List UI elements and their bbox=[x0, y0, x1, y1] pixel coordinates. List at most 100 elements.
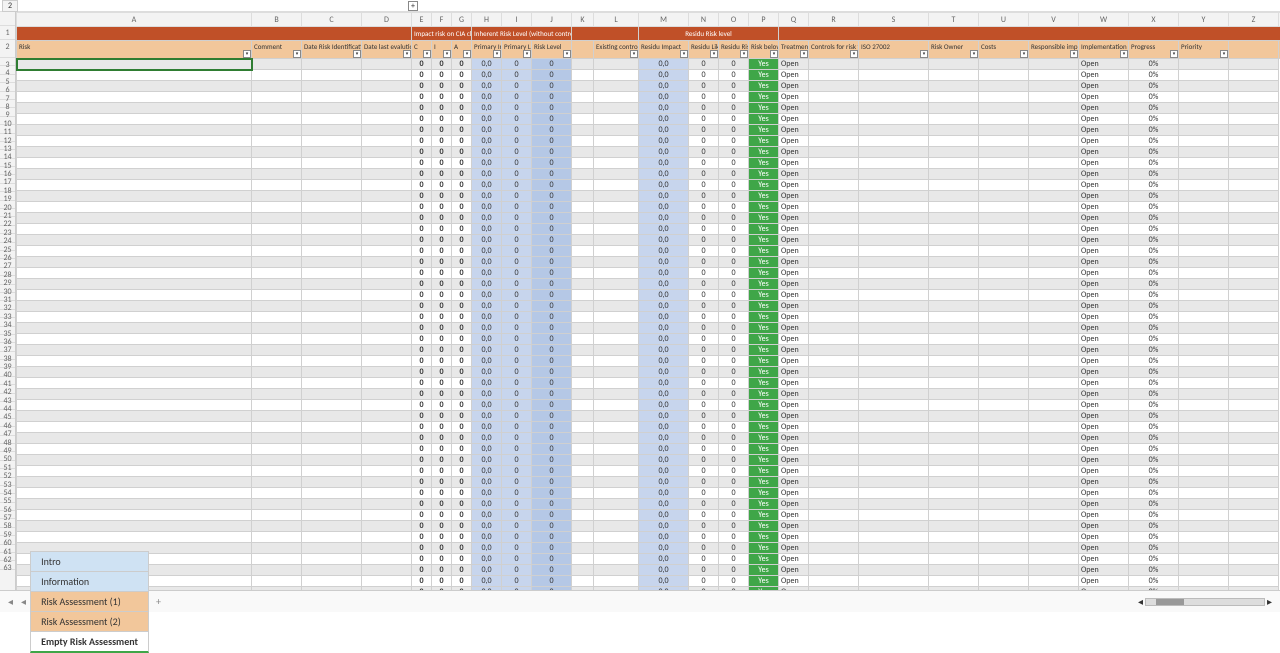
cell[interactable] bbox=[572, 389, 594, 400]
cell[interactable]: 0,0 bbox=[472, 257, 502, 268]
cell[interactable]: 0 bbox=[502, 246, 532, 257]
cell[interactable] bbox=[929, 444, 979, 455]
cell[interactable] bbox=[809, 356, 859, 367]
row-header[interactable]: 37 bbox=[0, 343, 15, 351]
cell[interactable]: 0,0 bbox=[639, 103, 689, 114]
cell[interactable] bbox=[979, 224, 1029, 235]
cell[interactable] bbox=[809, 499, 859, 510]
cell[interactable] bbox=[809, 532, 859, 543]
cell[interactable] bbox=[594, 345, 639, 356]
cell[interactable]: 0 bbox=[719, 81, 749, 92]
cell[interactable] bbox=[859, 81, 929, 92]
filter-dropdown-icon[interactable]: ▾ bbox=[523, 50, 531, 58]
cell[interactable] bbox=[1029, 345, 1079, 356]
cell[interactable] bbox=[979, 235, 1029, 246]
cell[interactable]: 0 bbox=[532, 576, 572, 587]
cell[interactable]: 0,0 bbox=[639, 257, 689, 268]
cell[interactable] bbox=[859, 70, 929, 81]
cell[interactable] bbox=[1029, 125, 1079, 136]
cell[interactable]: Open bbox=[779, 103, 809, 114]
cell[interactable]: 0 bbox=[689, 114, 719, 125]
cell[interactable] bbox=[1179, 301, 1229, 312]
cell[interactable] bbox=[252, 323, 302, 334]
cell[interactable]: 0 bbox=[502, 114, 532, 125]
cell[interactable] bbox=[362, 191, 412, 202]
cell[interactable] bbox=[17, 191, 252, 202]
cell[interactable]: 0 bbox=[452, 543, 472, 554]
cell[interactable]: Open bbox=[1079, 224, 1129, 235]
cell[interactable] bbox=[1029, 114, 1079, 125]
cell[interactable]: Yes bbox=[749, 532, 779, 543]
cell[interactable] bbox=[572, 499, 594, 510]
cell[interactable] bbox=[929, 543, 979, 554]
cell[interactable] bbox=[594, 356, 639, 367]
cell[interactable]: Open bbox=[1079, 191, 1129, 202]
cell[interactable] bbox=[1229, 169, 1279, 180]
cell[interactable]: 0,0 bbox=[472, 268, 502, 279]
cell[interactable] bbox=[809, 367, 859, 378]
cell[interactable] bbox=[809, 279, 859, 290]
cell[interactable] bbox=[252, 455, 302, 466]
cell[interactable]: Open bbox=[779, 114, 809, 125]
cell[interactable] bbox=[252, 345, 302, 356]
cell[interactable]: 0,0 bbox=[639, 510, 689, 521]
cell[interactable]: 0 bbox=[532, 70, 572, 81]
tab-nav-first[interactable]: ◂ bbox=[4, 593, 17, 610]
filter-dropdown-icon[interactable]: ▾ bbox=[353, 50, 361, 58]
cell[interactable]: Open bbox=[779, 433, 809, 444]
cell[interactable] bbox=[1229, 103, 1279, 114]
cell[interactable]: Open bbox=[1079, 543, 1129, 554]
cell[interactable] bbox=[929, 224, 979, 235]
cell[interactable] bbox=[979, 268, 1029, 279]
cell[interactable] bbox=[1029, 92, 1079, 103]
cell[interactable]: 0 bbox=[432, 554, 452, 565]
cell[interactable]: 0 bbox=[689, 213, 719, 224]
cell[interactable]: 0 bbox=[412, 147, 432, 158]
cell[interactable] bbox=[302, 499, 362, 510]
cell[interactable] bbox=[809, 389, 859, 400]
cell[interactable]: 0 bbox=[502, 301, 532, 312]
column-header[interactable]: B bbox=[252, 13, 302, 27]
cell[interactable]: 0,0 bbox=[639, 180, 689, 191]
cell[interactable] bbox=[252, 510, 302, 521]
cell[interactable] bbox=[1229, 59, 1279, 70]
cell[interactable]: Yes bbox=[749, 323, 779, 334]
cell[interactable]: Yes bbox=[749, 378, 779, 389]
cell[interactable]: Open bbox=[1079, 356, 1129, 367]
cell[interactable]: 0,0 bbox=[639, 92, 689, 103]
cell[interactable] bbox=[362, 576, 412, 587]
cell[interactable] bbox=[1029, 169, 1079, 180]
cell[interactable]: 0 bbox=[532, 81, 572, 92]
cell[interactable] bbox=[1179, 158, 1229, 169]
cell[interactable] bbox=[594, 554, 639, 565]
cell[interactable] bbox=[302, 125, 362, 136]
cell[interactable]: Yes bbox=[749, 92, 779, 103]
cell[interactable]: Yes bbox=[749, 180, 779, 191]
cell[interactable]: 0 bbox=[502, 521, 532, 532]
cell[interactable]: Open bbox=[779, 191, 809, 202]
cell[interactable]: Open bbox=[779, 213, 809, 224]
cell[interactable] bbox=[594, 224, 639, 235]
cell[interactable] bbox=[979, 455, 1029, 466]
cell[interactable]: Open bbox=[1079, 147, 1129, 158]
cell[interactable] bbox=[17, 334, 252, 345]
cell[interactable] bbox=[572, 81, 594, 92]
row-header[interactable]: 3 bbox=[0, 58, 15, 66]
cell[interactable] bbox=[362, 334, 412, 345]
cell[interactable] bbox=[1179, 411, 1229, 422]
cell[interactable] bbox=[252, 400, 302, 411]
cell[interactable] bbox=[252, 521, 302, 532]
sheet-tab[interactable]: Information bbox=[30, 571, 149, 591]
cell[interactable]: 0,0 bbox=[472, 444, 502, 455]
column-header[interactable]: Z bbox=[1229, 13, 1279, 27]
cell[interactable]: 0 bbox=[502, 565, 532, 576]
cell[interactable] bbox=[809, 323, 859, 334]
filter-dropdown-icon[interactable]: ▾ bbox=[563, 50, 571, 58]
cell[interactable] bbox=[979, 444, 1029, 455]
cell[interactable] bbox=[1029, 389, 1079, 400]
cell[interactable]: 0,0 bbox=[639, 532, 689, 543]
cell[interactable]: Open bbox=[779, 411, 809, 422]
cell[interactable]: 0 bbox=[532, 345, 572, 356]
cell[interactable] bbox=[302, 81, 362, 92]
cell[interactable] bbox=[859, 477, 929, 488]
